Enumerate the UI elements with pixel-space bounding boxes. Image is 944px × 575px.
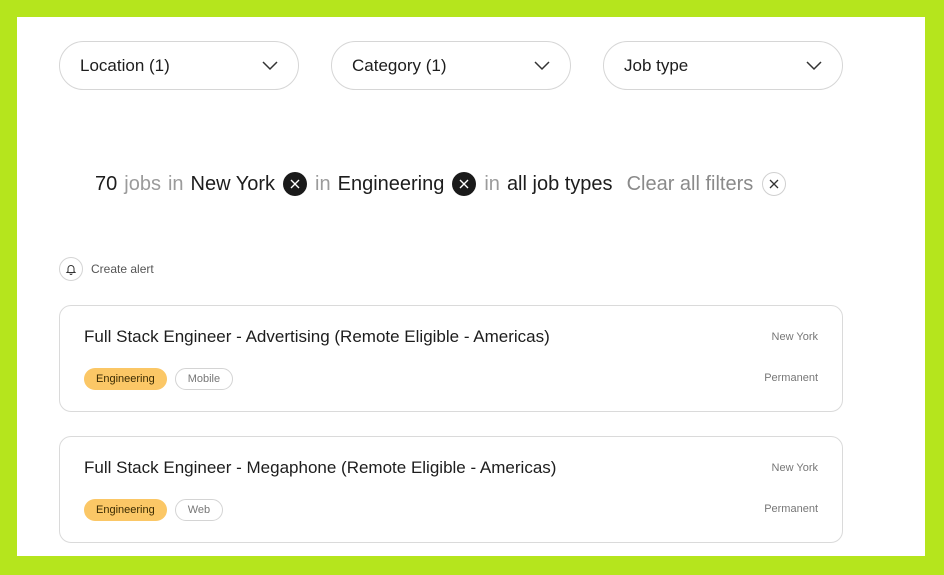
create-alert-label: Create alert <box>91 262 154 276</box>
tag-category: Engineering <box>84 499 167 521</box>
job-card[interactable]: Full Stack Engineer - Advertising (Remot… <box>59 305 843 412</box>
job-card[interactable]: Full Stack Engineer - Megaphone (Remote … <box>59 436 843 543</box>
bell-icon <box>59 257 83 281</box>
job-tags: Engineering Mobile <box>84 368 234 390</box>
clear-all-filters-link[interactable]: Clear all filters <box>627 173 754 196</box>
location-filter-label: Location (1) <box>80 55 170 75</box>
in-word: in <box>484 172 500 195</box>
remove-category-filter-button[interactable] <box>452 172 477 196</box>
category-filter-dropdown[interactable]: Category (1) <box>331 41 571 90</box>
tag-category: Engineering <box>84 368 167 390</box>
results-summary: 70 jobs in New York in Engineering in al… <box>95 172 787 196</box>
job-board-panel: Location (1) Category (1) Job type 70 jo… <box>17 17 925 556</box>
location-filter-value: New York <box>190 172 276 195</box>
location-filter-dropdown[interactable]: Location (1) <box>59 41 299 90</box>
chevron-down-icon <box>806 58 822 74</box>
chevron-down-icon <box>534 58 550 74</box>
job-type-filter-value: all job types <box>506 172 613 195</box>
job-type: Permanent <box>764 503 818 515</box>
in-word: in <box>167 172 184 195</box>
close-icon <box>290 179 300 189</box>
job-type-filter-label: Job type <box>624 55 689 75</box>
job-type: Permanent <box>764 372 818 384</box>
close-icon <box>459 179 469 189</box>
jobs-word: jobs <box>124 172 161 195</box>
clear-all-filters-button[interactable] <box>762 172 787 196</box>
job-title: Full Stack Engineer - Advertising (Remot… <box>84 327 550 346</box>
tag-team: Mobile <box>174 368 234 390</box>
job-tags: Engineering Web <box>84 499 224 521</box>
job-type-filter-dropdown[interactable]: Job type <box>603 41 843 90</box>
job-location: New York <box>771 462 818 474</box>
job-title: Full Stack Engineer - Megaphone (Remote … <box>84 458 557 477</box>
in-word: in <box>315 172 331 195</box>
job-location: New York <box>771 331 818 343</box>
remove-location-filter-button[interactable] <box>283 172 308 196</box>
tag-team: Web <box>174 499 224 521</box>
category-filter-label: Category (1) <box>352 55 447 75</box>
job-count: 70 <box>95 172 118 195</box>
category-filter-value: Engineering <box>337 172 445 195</box>
chevron-down-icon <box>262 58 278 74</box>
create-alert-button[interactable]: Create alert <box>59 257 154 281</box>
close-icon <box>769 179 779 189</box>
